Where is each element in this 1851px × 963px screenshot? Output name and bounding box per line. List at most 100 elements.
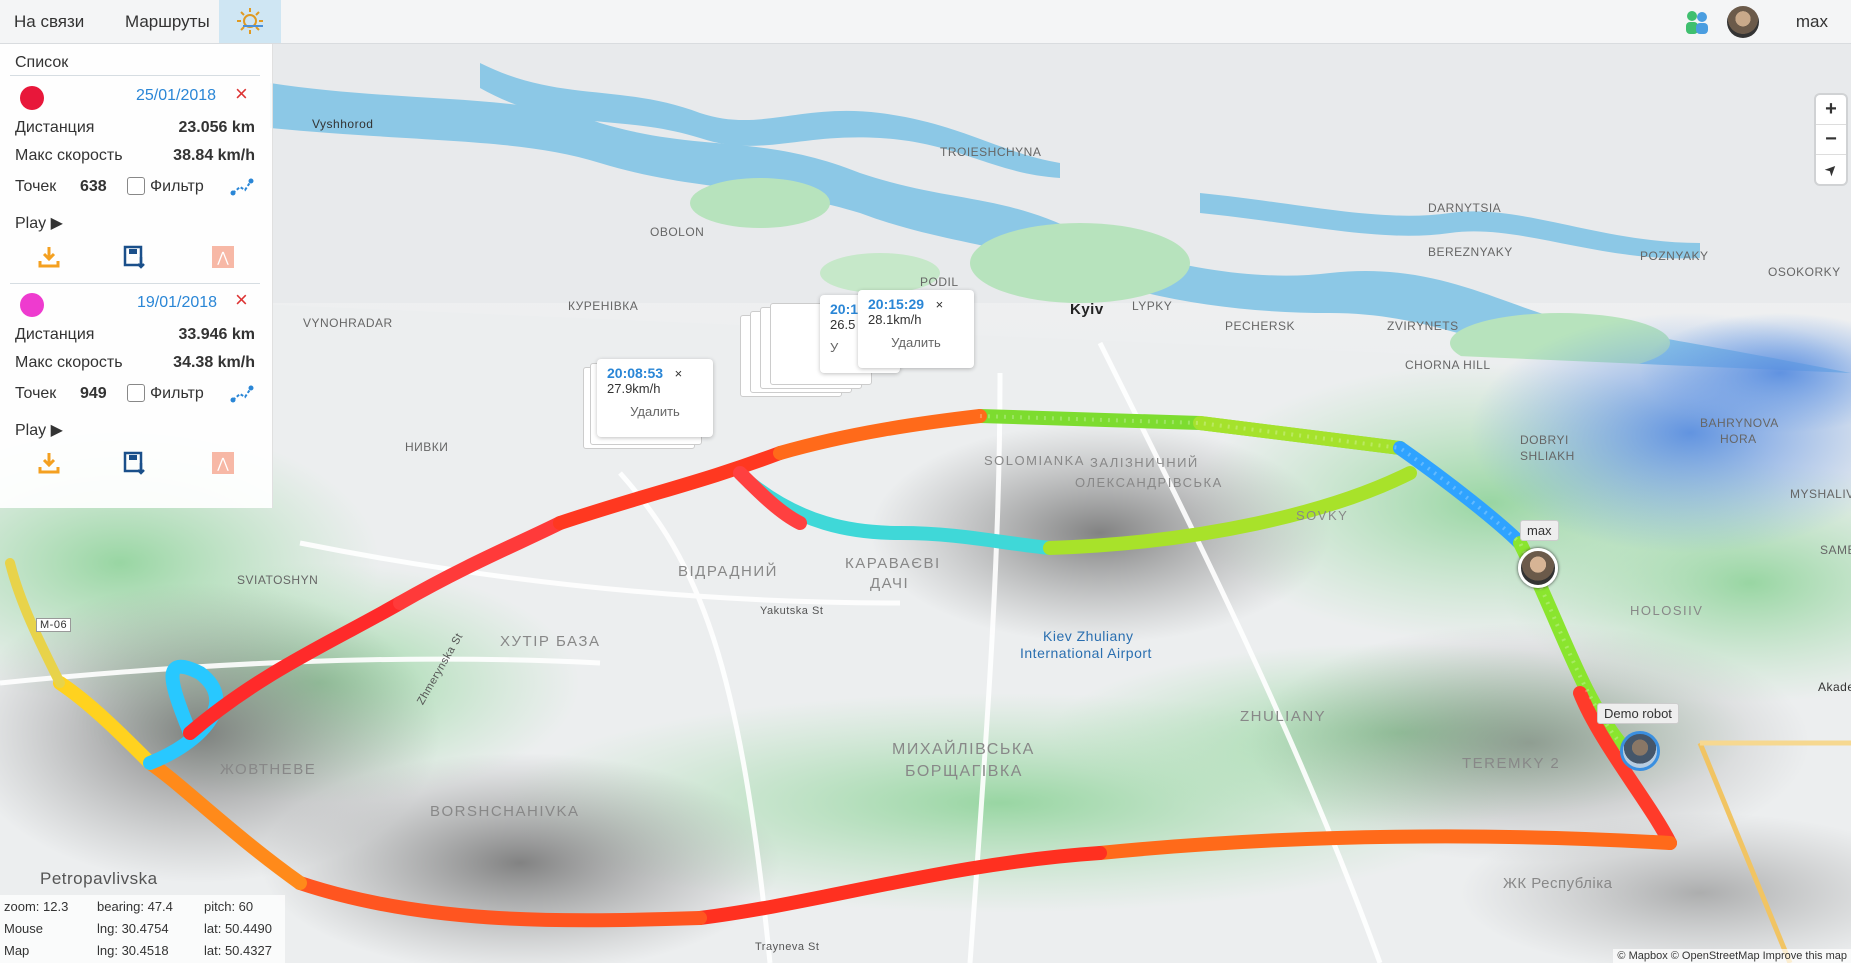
map-label-airport2: International Airport bbox=[1020, 645, 1152, 661]
map-label-airport1: Kiev Zhuliany bbox=[1043, 628, 1134, 644]
tab-routes[interactable]: Маршруты bbox=[111, 0, 224, 43]
top-nav-bar: На связи Маршруты max bbox=[0, 0, 1851, 44]
route-point-popup: 20:08:53 × 27.9km/h Удалить bbox=[597, 359, 713, 437]
map-label-teremky: TEREMKY 2 bbox=[1462, 755, 1561, 772]
route-point-popup: 20:15:29 × 28.1km/h Удалить bbox=[858, 290, 974, 368]
distance-value: 23.056 km bbox=[178, 119, 255, 136]
save-to-disk-icon[interactable] bbox=[123, 451, 147, 475]
map-label-akadem: Akadem bbox=[1818, 680, 1851, 694]
download-icon[interactable] bbox=[38, 245, 60, 269]
map-label-zaliznychnyi: ЗАЛІЗНИЧНИЙ bbox=[1090, 455, 1199, 470]
map-label-m06: M-06 bbox=[36, 618, 72, 632]
map-label-dobryi1: DOBRYI bbox=[1520, 433, 1569, 447]
pitch-readout: pitch: 60 bbox=[204, 899, 254, 914]
map-label-pechersk: PECHERSK bbox=[1225, 319, 1296, 333]
map-label-sviatoshyn: SVIATOSHYN bbox=[237, 573, 319, 587]
map-label-petropavlivska: Petropavlivska bbox=[40, 869, 158, 888]
map-label-khutir: ХУТІР БАЗА bbox=[500, 633, 601, 650]
strava-icon[interactable]: ⋀ bbox=[212, 246, 234, 268]
zoom-controls: + − ➤ bbox=[1816, 95, 1846, 184]
tab-online[interactable]: На связи bbox=[0, 0, 98, 43]
mouse-lat: lat: 50.4490 bbox=[204, 921, 272, 936]
mouse-label: Mouse bbox=[4, 921, 44, 936]
popup-close-icon[interactable]: × bbox=[936, 297, 944, 312]
points-value: 638 bbox=[80, 178, 107, 195]
user-avatar[interactable] bbox=[1727, 6, 1759, 38]
sun-weather-icon bbox=[237, 8, 263, 34]
map-label-chorna-hill: CHORNA HILL bbox=[1405, 358, 1491, 372]
max-speed-value: 34.38 km/h bbox=[173, 354, 255, 371]
map-label-troieshchyna: TROIESHCHYNA bbox=[940, 145, 1042, 159]
map-label-oleksandrivska: ОЛЕКСАНДРІВСЬКА bbox=[1075, 475, 1223, 490]
map-label-zhovtneve: ЖОВТНЕВЕ bbox=[220, 761, 317, 778]
play-button[interactable]: Play ▶ bbox=[15, 213, 63, 233]
marker-max-avatar[interactable] bbox=[1518, 548, 1558, 588]
map-label-darnytsia: DARNYTSIA bbox=[1428, 201, 1502, 215]
route-date[interactable]: 25/01/2018 bbox=[136, 87, 216, 105]
path-nodes-icon[interactable] bbox=[230, 177, 254, 197]
filter-label: Фильтр bbox=[150, 385, 204, 402]
popup-delete-button[interactable]: Удалить bbox=[868, 335, 964, 350]
map-label-sambi: SAMBI bbox=[1820, 543, 1851, 557]
map-label-dachi: ДАЧІ bbox=[870, 575, 910, 592]
popup-close-icon[interactable]: × bbox=[675, 366, 683, 381]
map-label-karavaevi: КАРАВАЄВІ bbox=[845, 555, 941, 572]
tab-weather[interactable] bbox=[219, 0, 281, 43]
map-label-vyshhorod: Vyshhorod bbox=[312, 117, 374, 131]
map-label-osokorky: OSOKORKY bbox=[1768, 265, 1841, 279]
user-name[interactable]: max bbox=[1796, 0, 1828, 43]
zoom-in-button[interactable]: + bbox=[1816, 95, 1846, 125]
popup-time: 20:15:29 bbox=[868, 296, 925, 312]
map-canvas[interactable]: Kyiv ВІДРАДНИЙ КАРАВАЄВІ ДАЧІ ХУТІР БАЗА… bbox=[0, 43, 1851, 963]
map-label-kyiv: Kyiv bbox=[1070, 301, 1104, 318]
map-label-pozniaky: POZNYAKY bbox=[1640, 249, 1709, 263]
max-speed-value: 38.84 km/h bbox=[173, 147, 255, 164]
points-label: Точек bbox=[15, 385, 57, 402]
map-label-gk: ЖК Республіка bbox=[1503, 875, 1613, 892]
max-speed-label: Макс скорость bbox=[15, 354, 123, 371]
map-label-dobryi2: SHLIAKH bbox=[1520, 449, 1575, 463]
path-nodes-icon[interactable] bbox=[230, 384, 254, 404]
marker-robot-label: Demo robot bbox=[1597, 703, 1679, 724]
filter-checkbox[interactable] bbox=[127, 384, 145, 402]
filter-checkbox[interactable] bbox=[127, 177, 145, 195]
divider bbox=[10, 283, 260, 284]
map-label-solomianka: SOLOMIANKA bbox=[984, 453, 1085, 468]
map-label-podil: PODIL bbox=[920, 275, 959, 289]
map-label-hora: HORA bbox=[1720, 432, 1757, 446]
marker-robot-avatar[interactable] bbox=[1620, 731, 1660, 771]
map-label-yakutska: Yakutska St bbox=[760, 605, 824, 617]
points-value: 949 bbox=[80, 385, 107, 402]
route-color-dot[interactable] bbox=[20, 86, 44, 110]
divider bbox=[10, 75, 260, 76]
panel-title: Список bbox=[15, 54, 69, 71]
filter-label: Фильтр bbox=[150, 178, 204, 195]
map-label-mykhailivska: МИХАЙЛІВСЬКА bbox=[892, 741, 1035, 758]
map-label-sovky: SOVKY bbox=[1296, 508, 1349, 523]
close-icon[interactable]: × bbox=[235, 81, 248, 107]
strava-icon[interactable]: ⋀ bbox=[212, 452, 234, 474]
users-icon[interactable] bbox=[1683, 9, 1711, 35]
play-button[interactable]: Play ▶ bbox=[15, 420, 63, 440]
distance-value: 33.946 km bbox=[178, 326, 255, 343]
map-label-borshchahivka: БОРЩАГІВКА bbox=[905, 763, 1023, 780]
close-icon[interactable]: × bbox=[235, 287, 248, 313]
distance-label: Дистанция bbox=[15, 326, 95, 343]
map-label-nyvky: НИВКИ bbox=[405, 440, 449, 454]
map-label-bereznyaky: BEREZNYAKY bbox=[1428, 245, 1513, 259]
routes-panel: Список 25/01/2018 × Дистанция 23.056 km … bbox=[0, 43, 273, 508]
save-to-disk-icon[interactable] bbox=[123, 245, 147, 269]
popup-speed: 28.1km/h bbox=[868, 312, 922, 327]
popup-delete-button[interactable]: Удалить bbox=[607, 404, 703, 419]
download-icon[interactable] bbox=[38, 451, 60, 475]
map-label-lypky: LYPKY bbox=[1132, 299, 1173, 313]
map-attribution[interactable]: © Mapbox © OpenStreetMap Improve this ma… bbox=[1613, 949, 1851, 963]
coordinates-readout: zoom: 12.3 bearing: 47.4 pitch: 60 Mouse… bbox=[0, 895, 285, 963]
map-label: Map bbox=[4, 943, 30, 958]
map-label-obolon: OBOLON bbox=[650, 225, 705, 239]
route-color-dot[interactable] bbox=[20, 293, 44, 317]
map-label-vynohradar: VYNOHRADAR bbox=[303, 316, 393, 330]
map-label-trayneva: Trayneva St bbox=[755, 941, 820, 953]
popup-speed: 27.9km/h bbox=[607, 381, 661, 396]
route-date[interactable]: 19/01/2018 bbox=[137, 294, 217, 312]
